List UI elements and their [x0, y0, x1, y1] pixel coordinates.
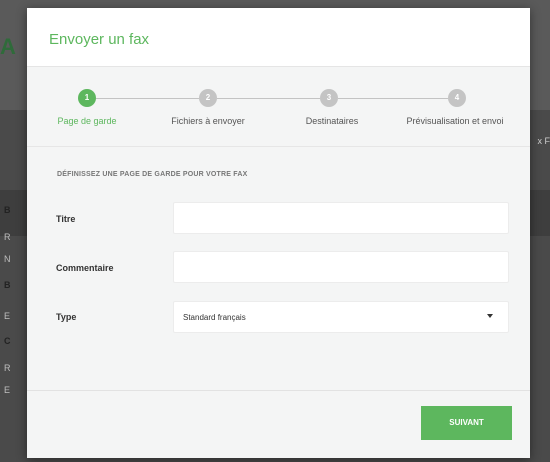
next-button[interactable]: SUIVANT — [421, 406, 512, 440]
modal-header: Envoyer un fax — [27, 8, 530, 67]
step-connector — [217, 98, 320, 99]
background-side-letter: B — [4, 280, 11, 290]
modal-title: Envoyer un fax — [49, 31, 150, 48]
background-logo: A — [0, 34, 16, 59]
step-4-circle[interactable]: 4 — [448, 89, 466, 107]
background-side-letter: R — [4, 363, 11, 373]
step-3-circle[interactable]: 3 — [320, 89, 338, 107]
step-connector — [338, 98, 448, 99]
background-side-letter: E — [4, 385, 11, 395]
title-label: Titre — [56, 214, 76, 224]
section-title: DÉFINISSEZ UNE PAGE DE GARDE POUR VOTRE … — [57, 171, 248, 178]
type-label: Type — [56, 312, 77, 322]
step-1-circle[interactable]: 1 — [78, 89, 96, 107]
step-4-label[interactable]: Prévisualisation et envoi — [406, 116, 503, 126]
background-side-letter: C — [4, 336, 11, 346]
comment-input[interactable] — [173, 251, 509, 283]
background-side-letter: B — [4, 205, 11, 215]
step-1-label[interactable]: Page de garde — [57, 116, 116, 126]
type-select-value: Standard français — [183, 313, 246, 322]
step-connector — [96, 98, 199, 99]
background-side-letter: N — [4, 254, 11, 264]
wizard-stepper: 1 2 3 4 Page de garde Fichiers à envoyer… — [27, 67, 530, 147]
type-select[interactable]: Standard français — [173, 301, 509, 333]
title-input[interactable] — [173, 202, 509, 234]
caret-down-icon — [487, 314, 493, 318]
step-3-label[interactable]: Destinataires — [306, 116, 359, 126]
background-side-letter: E — [4, 311, 11, 321]
comment-label: Commentaire — [56, 263, 114, 273]
background-side-letter: R — [4, 232, 11, 242]
background-right-fragment: x F — [537, 136, 550, 146]
step-2-label[interactable]: Fichiers à envoyer — [171, 116, 245, 126]
send-fax-modal: Envoyer un fax 1 2 3 4 Page de garde Fic… — [27, 8, 530, 458]
footer-divider — [27, 390, 530, 391]
step-2-circle[interactable]: 2 — [199, 89, 217, 107]
